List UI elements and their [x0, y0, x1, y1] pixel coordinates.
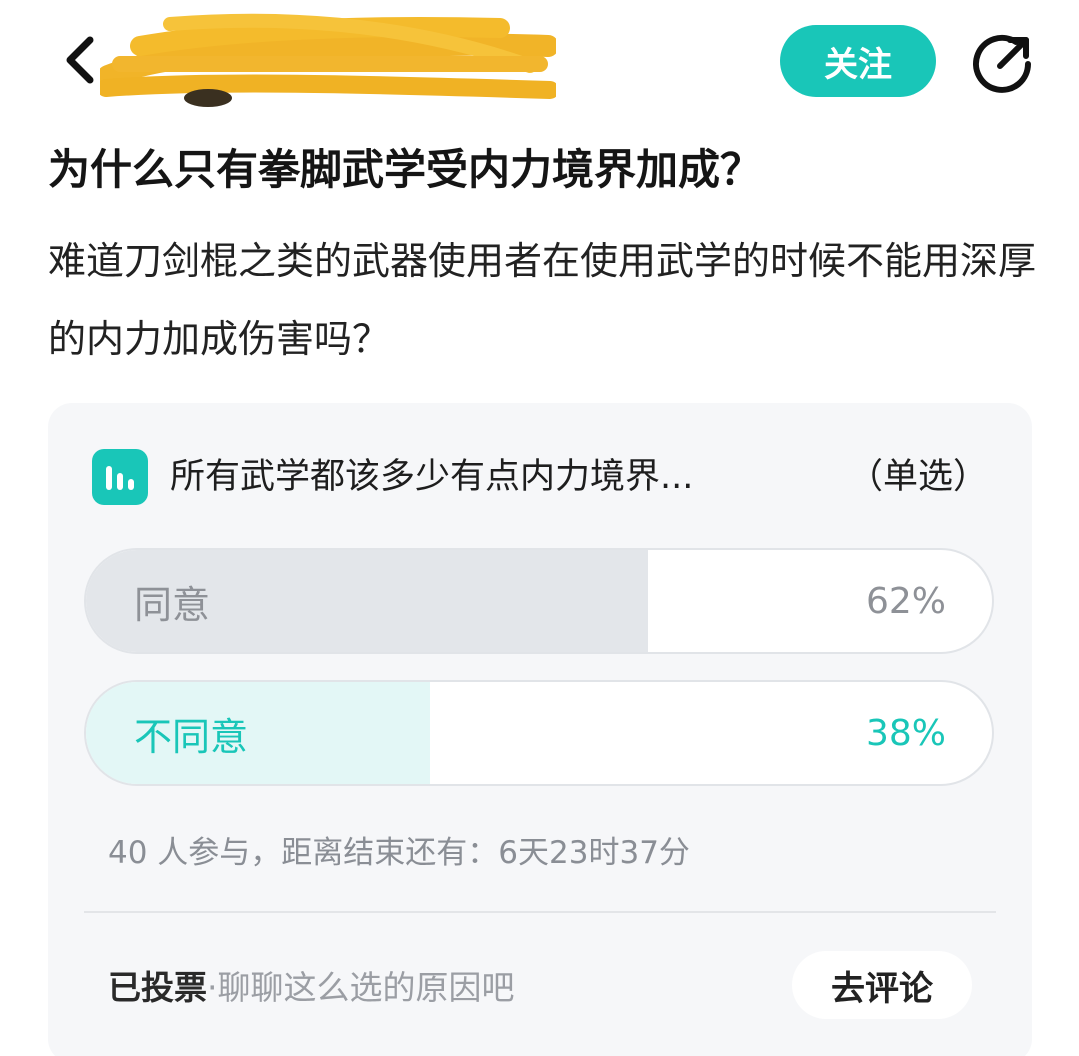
- poll-option-label: 不同意: [134, 714, 249, 759]
- redaction-scribble: [97, 13, 559, 107]
- share-button[interactable]: [962, 28, 1042, 100]
- poll-option-percent: 38%: [865, 712, 946, 754]
- chevron-left-icon: [66, 36, 94, 84]
- poll-option-agree[interactable]: 同意 62%: [84, 548, 994, 654]
- poll-option-label: 同意: [134, 582, 211, 627]
- question-page: 关注 为什么只有拳脚武学受内力境界加成？ 难道刀剑棍之类的武器使用者在使用武学的…: [0, 0, 1079, 1056]
- divider: [84, 911, 996, 913]
- question-title: 为什么只有拳脚武学受内力境界加成？: [48, 145, 763, 194]
- poll-type-label: （单选）: [847, 457, 988, 497]
- voted-label: 已投票: [108, 968, 207, 1007]
- comment-prompt: 聊聊这么选的原因吧: [217, 968, 515, 1007]
- question-description: 难道刀剑棍之类的武器使用者在使用武学的时候不能用深厚的内力加成伤害吗？: [48, 239, 1037, 361]
- poll-question: 所有武学都该多少有点内力境界...: [170, 457, 694, 497]
- voted-status: 已投票·聊聊这么选的原因吧: [108, 961, 515, 1015]
- voted-separator: ·: [207, 968, 218, 1007]
- follow-button[interactable]: 关注: [780, 25, 936, 97]
- share-icon: [973, 34, 1031, 93]
- poll-participation-info: 40 人参与，距离结束还有：6天23时37分: [108, 835, 690, 871]
- poll-card: 所有武学都该多少有点内力境界... （单选） 同意 62% 不同意 38% 40…: [48, 403, 1032, 1056]
- author-info-redacted[interactable]: [97, 6, 559, 110]
- go-comment-button[interactable]: 去评论: [792, 951, 972, 1019]
- poll-option-percent: 62%: [865, 580, 946, 622]
- poll-icon: [92, 449, 148, 505]
- poll-option-disagree[interactable]: 不同意 38%: [84, 680, 994, 786]
